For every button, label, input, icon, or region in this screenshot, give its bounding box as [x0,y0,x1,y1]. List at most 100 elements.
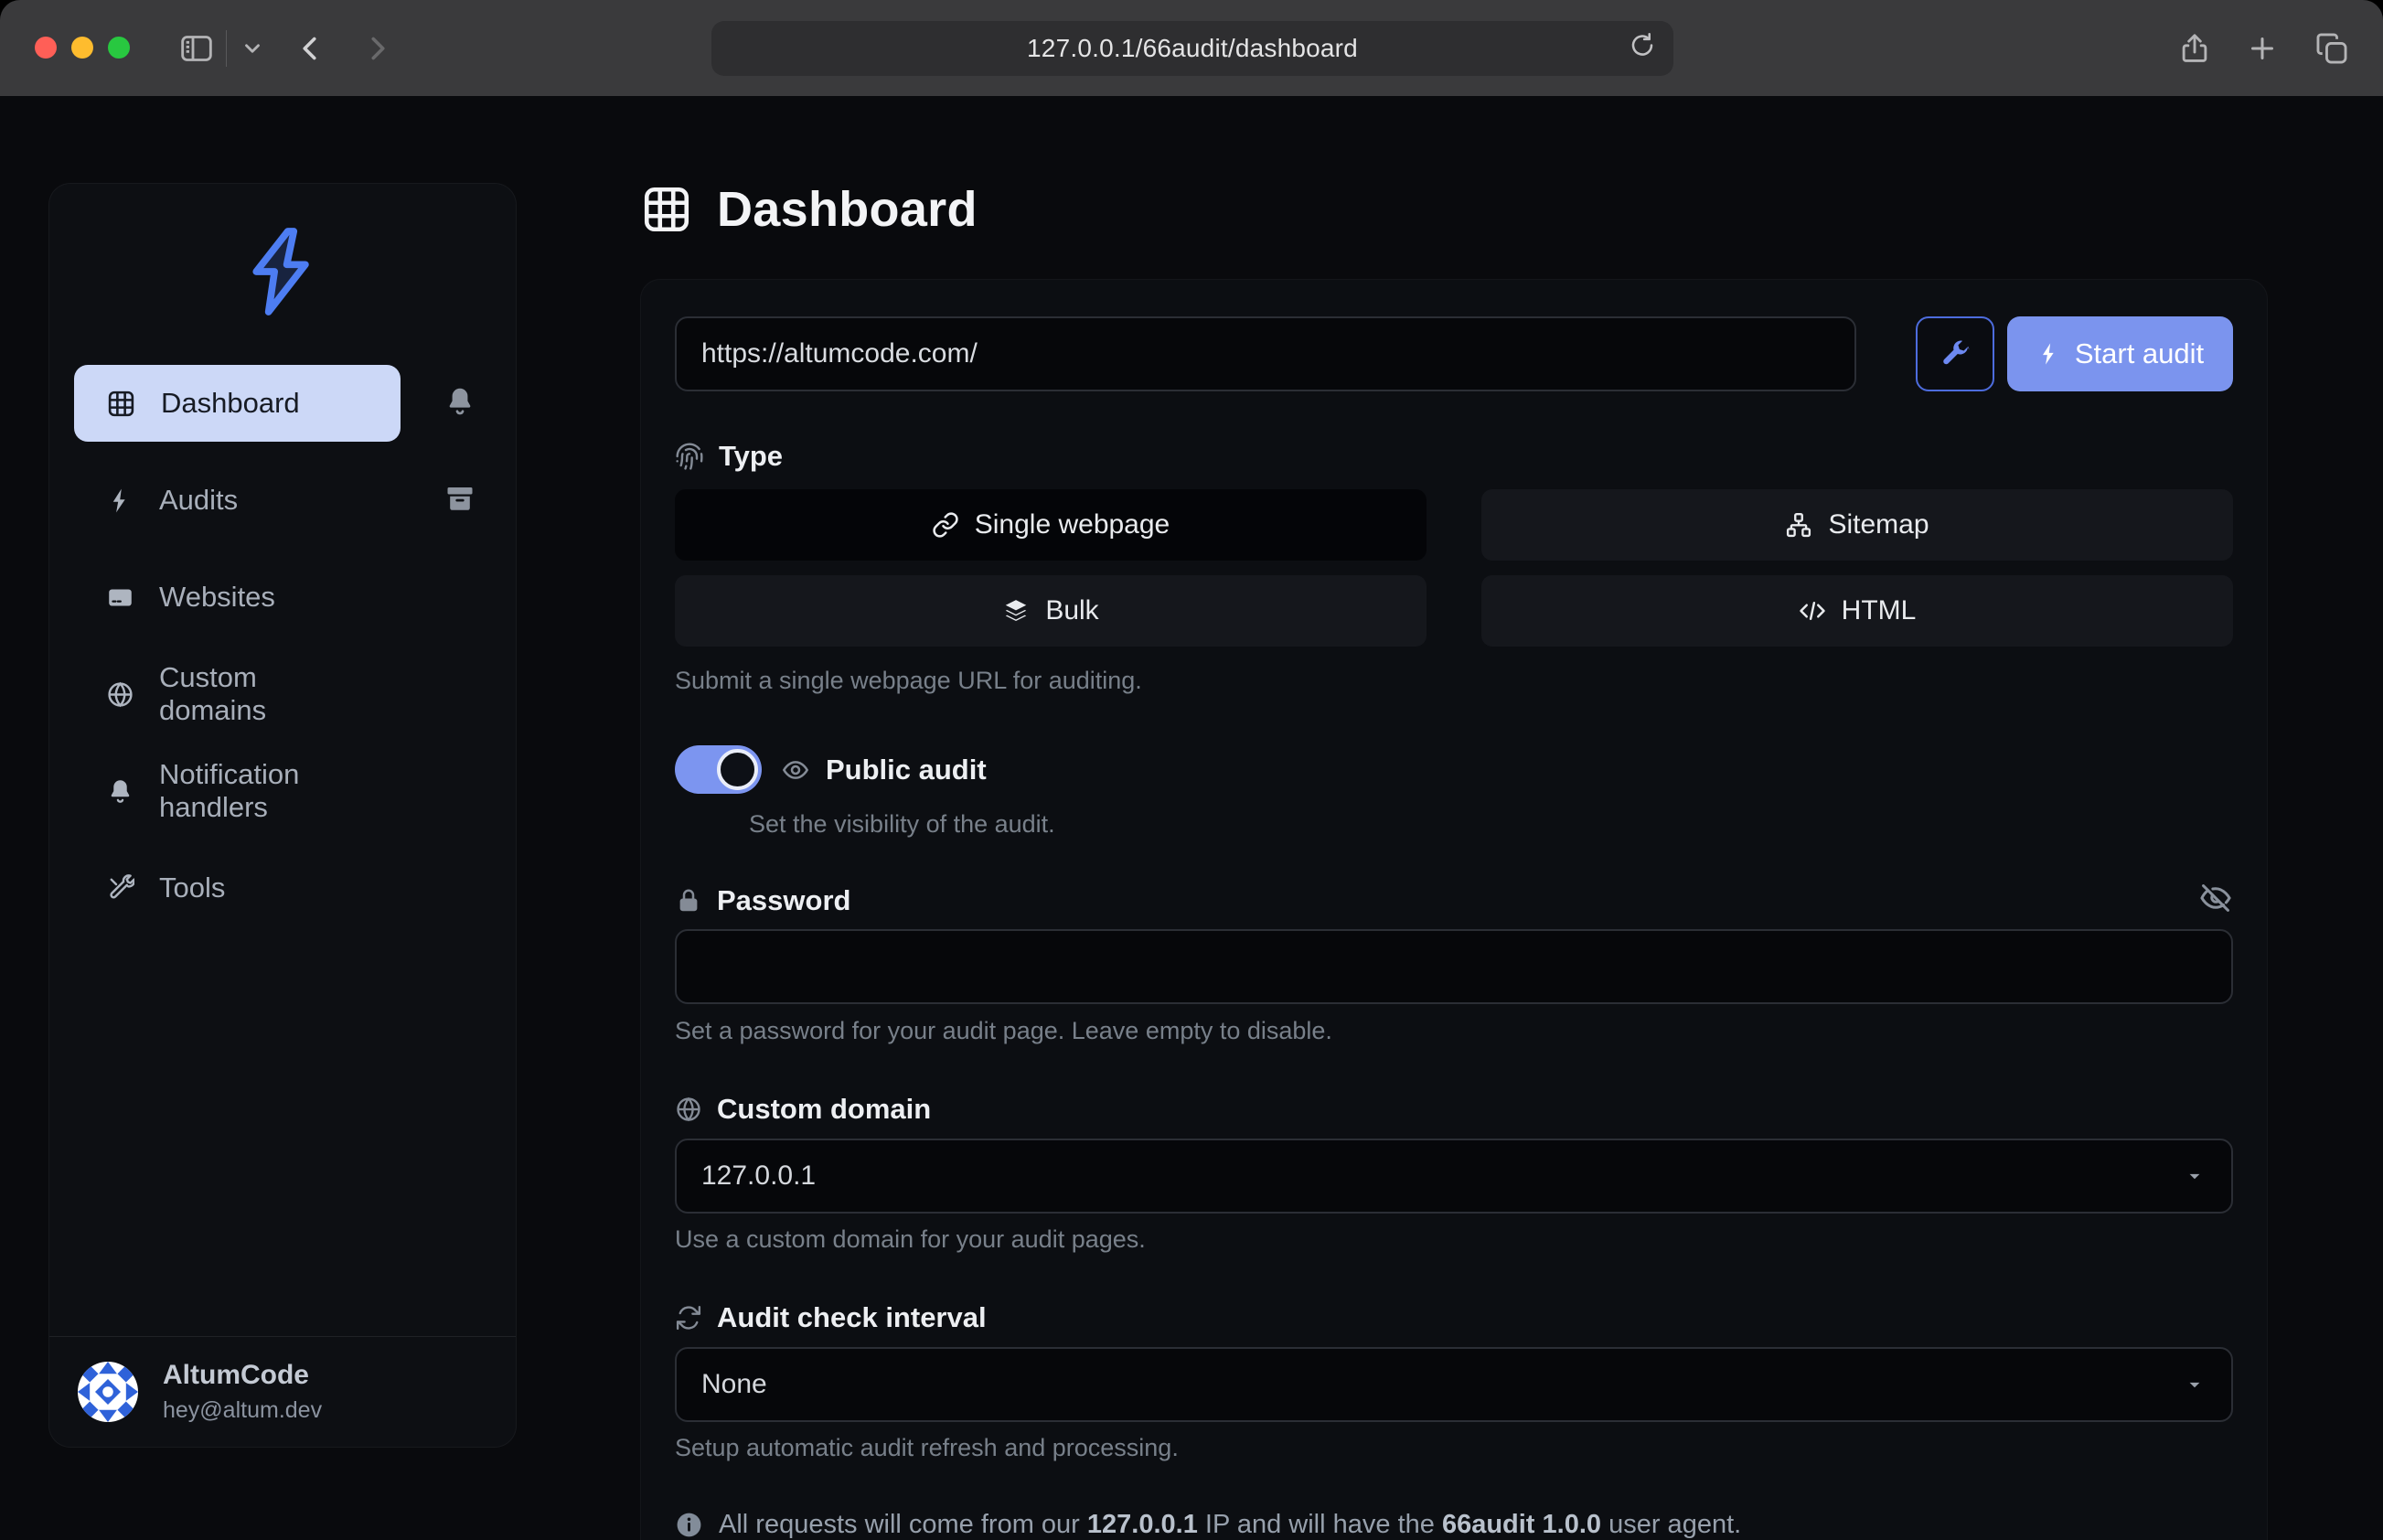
address-bar-url: 127.0.0.1/66audit/dashboard [1027,34,1358,63]
caret-down-icon [2183,1164,2207,1188]
type-option-label: Bulk [1045,595,1098,626]
type-option-label: Single webpage [975,509,1170,540]
type-option-label: Sitemap [1828,509,1929,540]
globe-icon [675,1096,702,1123]
public-audit-row: Public audit [675,745,2233,794]
type-option-bulk[interactable]: Bulk [675,575,1427,647]
sidebar-item-label: Tools [159,872,225,904]
browser-window: 127.0.0.1/66audit/dashboard [0,0,2383,1540]
tab-overview-icon[interactable] [2314,31,2349,66]
password-input[interactable] [675,929,2233,1004]
public-audit-toggle[interactable] [675,745,762,794]
info-icon [675,1511,703,1539]
audit-bar: Start audit [675,316,2233,391]
fingerprint-icon [675,442,704,471]
wrench-icon [1939,337,1972,370]
tools-icon [106,874,134,903]
type-option-label: HTML [1842,595,1917,626]
sidebar-item-notification-handlers[interactable]: Notification handlers [74,753,401,829]
type-option-sitemap[interactable]: Sitemap [1481,489,2233,561]
zoom-window-button[interactable] [108,37,130,59]
sidebar-item-websites[interactable]: Websites [74,559,401,636]
grid-icon [106,389,136,419]
public-audit-label-row: Public audit [781,754,987,786]
globe-icon [106,680,134,709]
type-option-html[interactable]: HTML [1481,575,2233,647]
profile-email: hey@altum.dev [163,1397,322,1424]
sidebar: Dashboard Audits [48,183,517,1448]
archive-icon[interactable] [443,482,476,519]
sidebar-item-label: Audits [159,484,238,517]
toggle-knob [717,749,758,790]
custom-domain-select[interactable]: 127.0.0.1 [675,1139,2233,1214]
audit-settings-button[interactable] [1916,316,1994,391]
password-label-row: Password [675,881,2233,920]
refresh-icon [675,1304,702,1331]
bolt-icon [2036,341,2062,367]
app-logo [49,222,516,321]
chevron-down-icon[interactable] [240,37,264,60]
type-section-label: Type [675,440,2233,473]
back-button[interactable] [294,32,327,65]
card-icon [106,583,134,612]
notifications-bell-icon[interactable] [443,385,476,422]
sidebar-toggle-icon[interactable] [178,30,215,67]
share-icon[interactable] [2177,31,2212,66]
browser-chrome: 127.0.0.1/66audit/dashboard [0,0,2383,96]
page-title-row: Dashboard [640,181,978,238]
page-background: Dashboard Audits [0,96,2383,1540]
layers-icon [1002,597,1030,625]
lock-icon [675,887,702,914]
eye-off-icon [2198,881,2233,915]
audit-type-options: Single webpage Sitemap Bulk HTML [675,489,2233,647]
custom-domain-label: Custom domain [717,1093,931,1126]
public-audit-label: Public audit [826,754,987,786]
password-label: Password [717,884,850,917]
avatar [78,1362,138,1422]
close-window-button[interactable] [35,37,57,59]
sidebar-item-label: Custom domains [159,661,369,727]
sidebar-item-label: Dashboard [161,387,300,420]
audit-interval-select[interactable]: None [675,1347,2233,1422]
audit-url-input[interactable] [675,316,1856,391]
window-controls [35,37,130,59]
custom-domain-helper: Use a custom domain for your audit pages… [675,1225,2233,1254]
audit-interval-value: None [701,1369,767,1400]
lightning-logo-icon [240,222,325,321]
sitemap-icon [1785,511,1812,539]
link-icon [932,511,959,539]
new-tab-icon[interactable] [2246,32,2279,65]
custom-domain-label-row: Custom domain [675,1093,2233,1126]
reload-icon[interactable] [1628,31,1657,67]
audit-interval-label-row: Audit check interval [675,1301,2233,1334]
sidebar-item-label: Websites [159,581,275,614]
sidebar-item-dashboard[interactable]: Dashboard [74,365,401,442]
chrome-divider [226,30,227,67]
audit-interval-label: Audit check interval [717,1301,987,1334]
user-profile[interactable]: AltumCode hey@altum.dev [49,1336,516,1447]
sidebar-item-audits[interactable]: Audits [74,462,401,539]
forward-button[interactable] [360,32,393,65]
password-helper: Set a password for your audit page. Leav… [675,1017,2233,1045]
profile-name: AltumCode [163,1360,322,1391]
requests-note-text: All requests will come from our 127.0.0.… [719,1510,1741,1540]
requests-note: All requests will come from our 127.0.0.… [675,1510,2233,1540]
public-audit-helper: Set the visibility of the audit. [749,810,2233,839]
bell-icon [106,777,134,806]
address-bar[interactable]: 127.0.0.1/66audit/dashboard [711,21,1673,76]
type-helper-text: Submit a single webpage URL for auditing… [675,667,2233,695]
custom-domain-value: 127.0.0.1 [701,1160,816,1192]
eye-icon [781,755,810,785]
password-visibility-toggle[interactable] [2198,881,2233,920]
sidebar-item-tools[interactable]: Tools [74,850,401,926]
sidebar-item-custom-domains[interactable]: Custom domains [74,656,401,733]
type-label: Type [719,440,783,473]
audit-interval-helper: Setup automatic audit refresh and proces… [675,1434,2233,1462]
start-audit-button[interactable]: Start audit [2007,316,2233,391]
bolt-icon [106,487,134,515]
sidebar-nav: Dashboard Audits [49,365,516,926]
audit-form-card: Start audit Type Single webpage Sitemap [640,279,2268,1540]
type-option-single-webpage[interactable]: Single webpage [675,489,1427,561]
page-title: Dashboard [717,181,978,238]
minimize-window-button[interactable] [71,37,93,59]
